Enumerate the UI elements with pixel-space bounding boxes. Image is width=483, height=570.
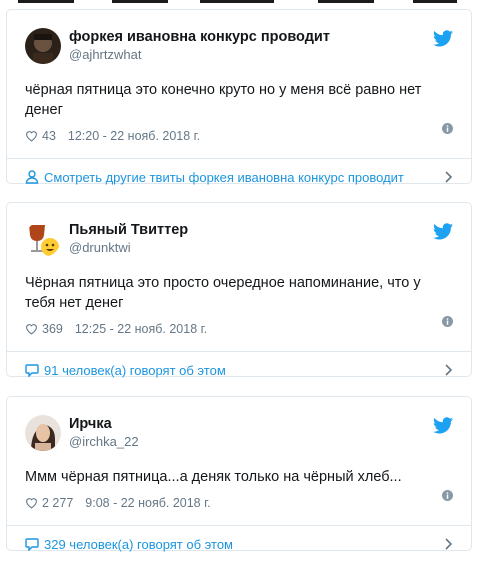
- like-count[interactable]: 369: [42, 322, 63, 336]
- footer-label[interactable]: 329 человек(а) говорят об этом: [44, 537, 233, 552]
- avatar[interactable]: [25, 28, 61, 64]
- chevron-right-icon[interactable]: [445, 171, 453, 183]
- conversation-link[interactable]: 91 человек(а) говорят об этом: [7, 351, 471, 388]
- conversation-link[interactable]: 329 человек(а) говорят об этом: [7, 525, 471, 562]
- footer-label[interactable]: Смотреть другие твиты форкея ивановна ко…: [44, 170, 404, 185]
- tweet-timestamp[interactable]: 12:20 - 22 нояб. 2018 г.: [68, 129, 200, 143]
- tweet-card[interactable]: Пьяный Твиттер @drunktwi Чёрная пятница …: [6, 202, 472, 378]
- heart-icon[interactable]: [25, 323, 38, 335]
- avatar[interactable]: [25, 415, 61, 451]
- chevron-right-icon[interactable]: [445, 364, 453, 376]
- tweet-card[interactable]: форкея ивановна конкурс проводит @ajhrtz…: [6, 9, 472, 185]
- like-count[interactable]: 2 277: [42, 496, 73, 510]
- footer-label[interactable]: 91 человек(а) говорят об этом: [44, 363, 226, 378]
- info-icon[interactable]: [442, 123, 453, 134]
- user-handle[interactable]: @ajhrtzwhat: [69, 46, 330, 63]
- twitter-bird-icon[interactable]: [433, 417, 453, 434]
- speech-bubble-icon: [25, 364, 39, 377]
- person-icon: [25, 170, 39, 184]
- top-strip: [0, 0, 483, 8]
- heart-icon[interactable]: [25, 497, 38, 509]
- display-name[interactable]: Ирчка: [69, 416, 139, 433]
- user-handle[interactable]: @irchka_22: [69, 433, 139, 450]
- tweet-text: Чёрная пятница это просто очередное напо…: [25, 275, 421, 311]
- avatar[interactable]: [25, 221, 61, 257]
- chevron-right-icon[interactable]: [445, 538, 453, 550]
- more-tweets-link[interactable]: Смотреть другие твиты форкея ивановна ко…: [7, 158, 471, 195]
- tweet-card[interactable]: Ирчка @irchka_22 Ммм чёрная пятница...а …: [6, 396, 472, 552]
- display-name[interactable]: Пьяный Твиттер: [69, 222, 188, 239]
- twitter-bird-icon[interactable]: [433, 223, 453, 240]
- tweet-text: Ммм чёрная пятница...а деняк только на ч…: [25, 469, 402, 485]
- user-handle[interactable]: @drunktwi: [69, 239, 188, 256]
- heart-icon[interactable]: [25, 130, 38, 142]
- speech-bubble-icon: [25, 538, 39, 551]
- tweet-timestamp[interactable]: 9:08 - 22 нояб. 2018 г.: [85, 496, 210, 510]
- twitter-bird-icon[interactable]: [433, 30, 453, 47]
- display-name[interactable]: форкея ивановна конкурс проводит: [69, 29, 330, 46]
- tweet-timestamp[interactable]: 12:25 - 22 нояб. 2018 г.: [75, 322, 207, 336]
- info-icon[interactable]: [442, 490, 453, 501]
- info-icon[interactable]: [442, 316, 453, 327]
- tweet-text: чёрная пятница это конечно круто но у ме…: [25, 82, 422, 118]
- like-count[interactable]: 43: [42, 129, 56, 143]
